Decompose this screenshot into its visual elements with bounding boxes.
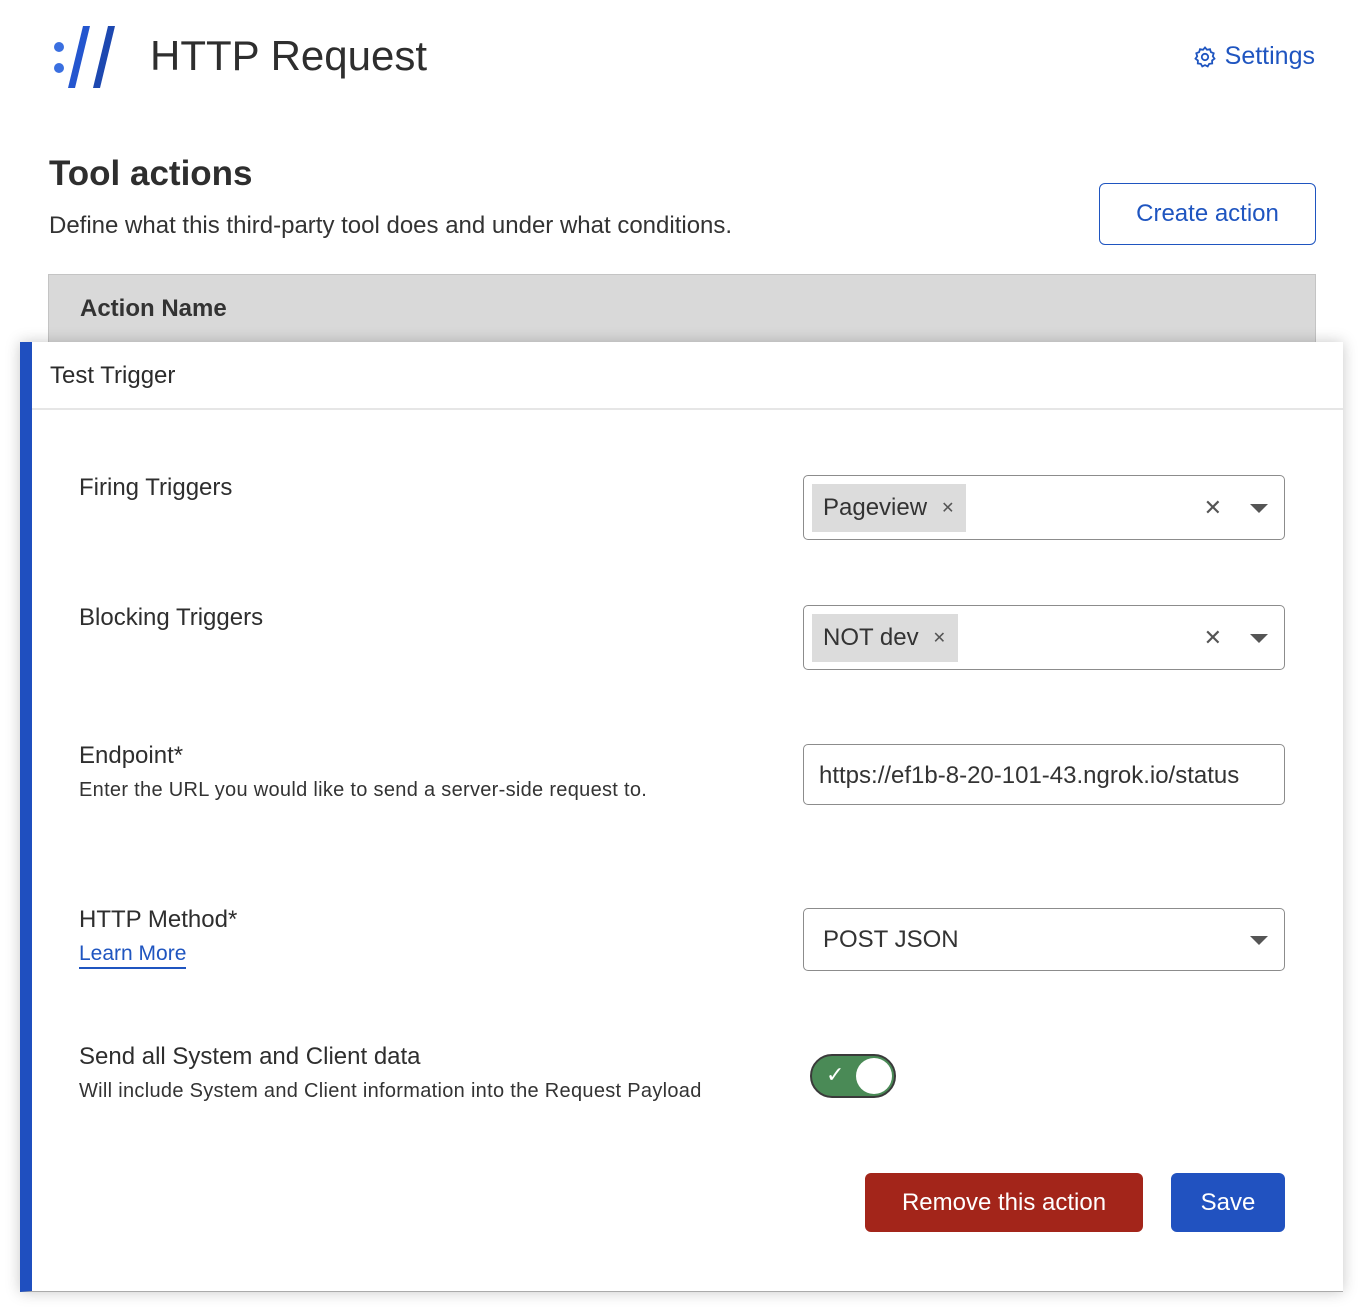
trigger-chip: NOT dev ✕ xyxy=(812,614,958,662)
settings-label: Settings xyxy=(1224,42,1315,70)
create-action-button[interactable]: Create action xyxy=(1099,183,1316,245)
settings-link[interactable]: Settings xyxy=(1193,42,1315,71)
chevron-down-icon[interactable] xyxy=(1250,633,1268,643)
send-data-toggle[interactable]: ✓ xyxy=(810,1054,896,1098)
http-method-label: HTTP Method* xyxy=(79,906,238,933)
learn-more-link[interactable]: Learn More xyxy=(79,942,187,969)
column-header-action-name: Action Name xyxy=(48,274,1316,346)
chevron-down-icon[interactable] xyxy=(1250,935,1268,945)
clear-icon[interactable]: ✕ xyxy=(1204,625,1222,651)
send-data-description: Will include System and Client informati… xyxy=(79,1080,702,1102)
clear-icon[interactable]: ✕ xyxy=(1204,495,1222,521)
blocking-triggers-select[interactable]: NOT dev ✕ ✕ xyxy=(803,605,1285,670)
send-data-label: Send all System and Client data xyxy=(79,1043,421,1070)
app-logo xyxy=(54,26,115,88)
blocking-triggers-label: Blocking Triggers xyxy=(79,604,264,631)
http-method-select[interactable]: POST JSON xyxy=(803,908,1285,971)
section-subtitle: Define what this third-party tool does a… xyxy=(49,212,733,239)
section-title: Tool actions xyxy=(49,154,253,193)
save-button[interactable]: Save xyxy=(1171,1173,1285,1232)
gear-icon xyxy=(1193,45,1216,68)
firing-triggers-label: Firing Triggers xyxy=(79,474,233,501)
firing-triggers-select[interactable]: Pageview ✕ ✕ xyxy=(803,475,1285,540)
chip-label: Pageview xyxy=(823,494,928,521)
chevron-down-icon[interactable] xyxy=(1250,503,1268,513)
endpoint-description: Enter the URL you would like to send a s… xyxy=(79,779,648,801)
remove-chip-icon[interactable]: ✕ xyxy=(941,498,954,518)
check-icon: ✓ xyxy=(826,1062,845,1087)
endpoint-input[interactable]: https://ef1b-8-20-101-43.ngrok.io/status xyxy=(803,744,1285,805)
remove-action-button[interactable]: Remove this action xyxy=(865,1173,1143,1232)
action-name-row[interactable]: Test Trigger xyxy=(32,342,1343,410)
action-edit-panel: Test Trigger Firing Triggers Pageview ✕ ✕… xyxy=(20,342,1343,1292)
remove-chip-icon[interactable]: ✕ xyxy=(933,628,946,648)
chip-label: NOT dev xyxy=(823,624,919,651)
endpoint-label: Endpoint* xyxy=(79,742,184,769)
http-method-value: POST JSON xyxy=(823,926,959,953)
trigger-chip: Pageview ✕ xyxy=(812,484,967,532)
page-title: HTTP Request xyxy=(150,32,427,79)
